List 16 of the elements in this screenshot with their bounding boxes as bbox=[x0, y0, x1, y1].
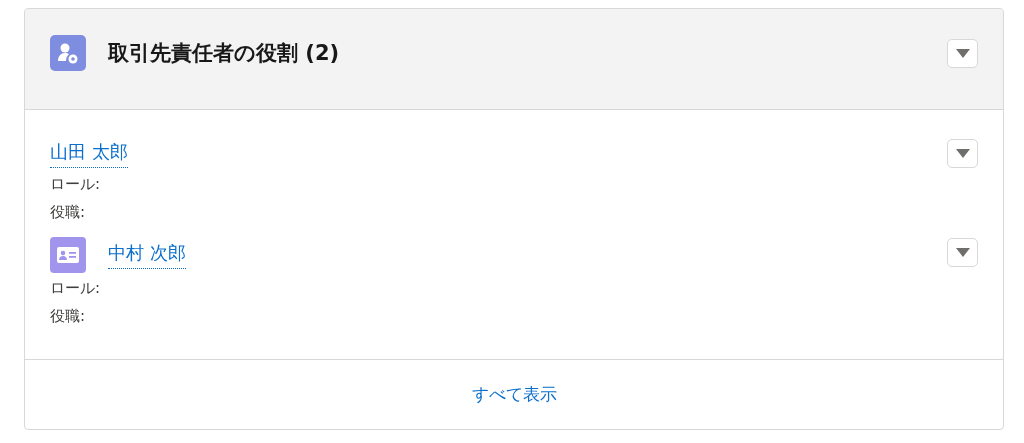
contact-name-link[interactable]: 山田 太郎 bbox=[50, 139, 128, 168]
caret-icon bbox=[955, 149, 970, 158]
field-label: ロール: bbox=[50, 174, 102, 195]
contact-name-link[interactable]: 中村 次郎 bbox=[108, 241, 186, 269]
view-all-link[interactable]: すべて表示 bbox=[471, 383, 557, 406]
field-label: 役職: bbox=[50, 202, 87, 223]
dropdown-button[interactable] bbox=[947, 238, 978, 267]
contact-card-icon bbox=[50, 237, 86, 273]
dropdown-button[interactable] bbox=[947, 139, 978, 168]
dropdown-button[interactable] bbox=[947, 38, 978, 68]
caret-icon bbox=[955, 248, 970, 257]
caret-icon bbox=[955, 48, 970, 58]
contact-role-icon bbox=[50, 35, 86, 71]
field-label: ロール: bbox=[50, 278, 102, 299]
card-title: 取引先責任者の役割 (2) bbox=[108, 40, 341, 67]
field-label: 役職: bbox=[50, 306, 87, 327]
